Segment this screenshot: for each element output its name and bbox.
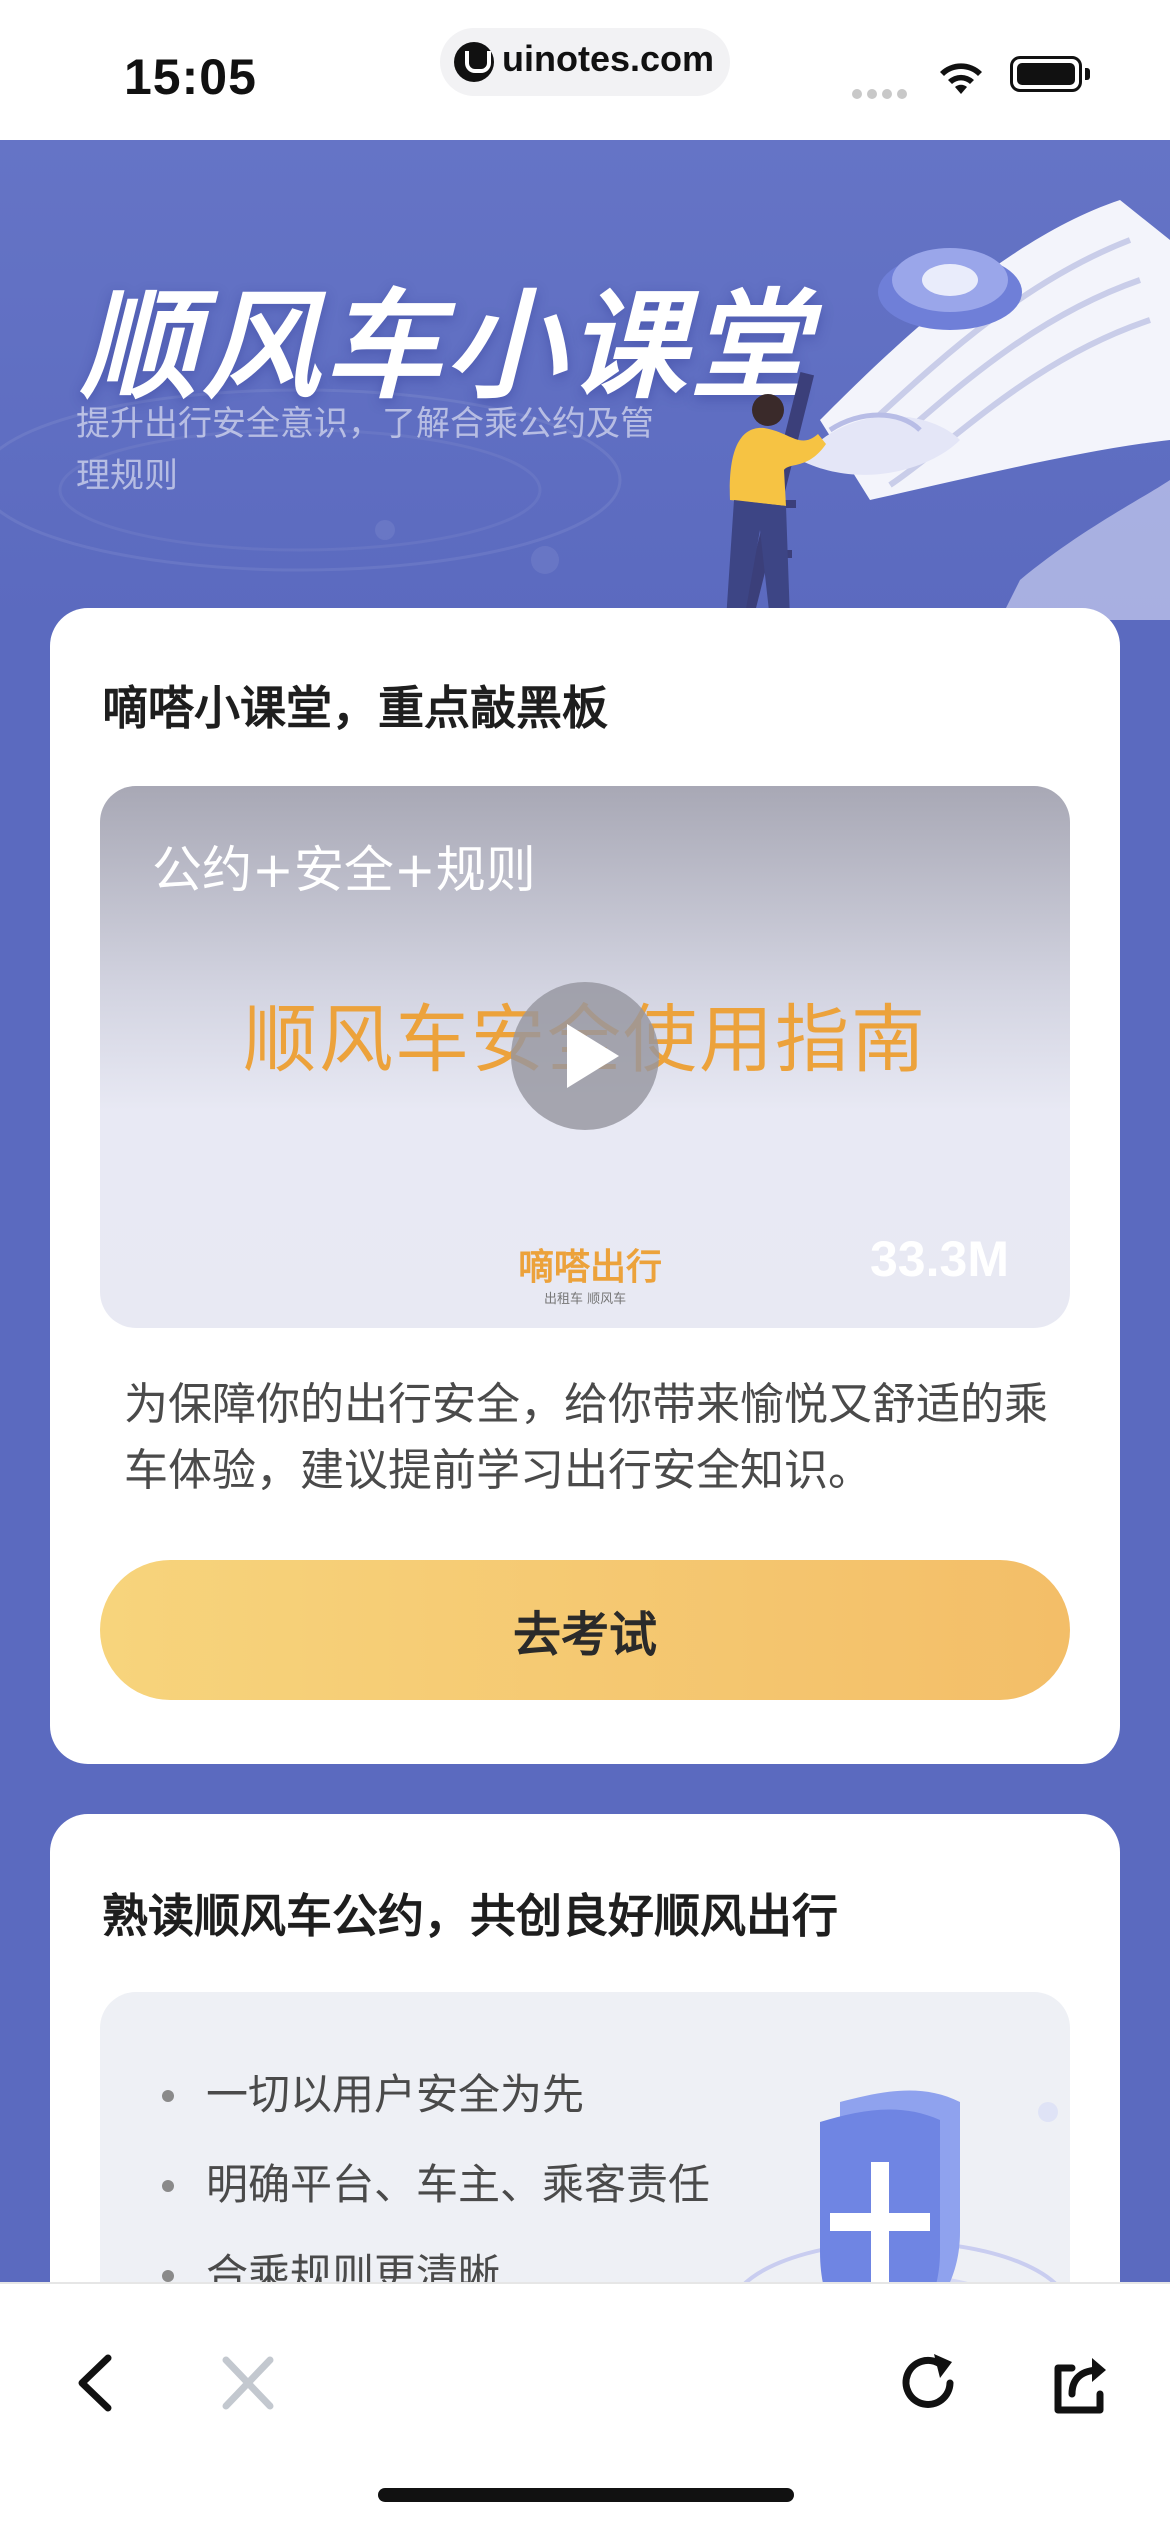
brand-logo: 嘀嗒出行 [518,1247,663,1288]
lesson-card-title: 嘀嗒小课堂，重点敲黑板 [102,681,608,735]
back-icon[interactable] [70,2350,120,2416]
reload-icon[interactable] [900,2350,960,2416]
url-text[interactable]: uinotes.com [502,38,714,80]
scroll-document-illustration [726,200,1170,620]
battery-icon [1010,56,1082,92]
wifi-icon [940,63,982,94]
share-icon[interactable] [1050,2350,1112,2416]
close-icon[interactable] [220,2350,276,2416]
video-player[interactable]: 公约+安全+规则 顺风车安全使用指南 嘀嗒出行 出租车 顺风车 33.3M [100,786,1070,1328]
hero-subtitle: 提升出行安全意识，了解合乘公约及管理规则 [76,404,654,496]
status-bar: 15:05 uinotes.com [0,0,1170,140]
status-time: 15:05 [124,49,257,105]
site-icon [454,42,494,82]
video-size: 33.3M [870,1231,1009,1287]
home-indicator [378,2488,794,2502]
battery-tip [1085,68,1090,80]
video-tag: 公约+安全+规则 [152,841,536,899]
take-exam-button[interactable]: 去考试 [100,1560,1070,1700]
lesson-card: 嘀嗒小课堂，重点敲黑板 公约+安全+规则 顺风车安全使用指南 嘀嗒出行 出租车 … [50,608,1120,1764]
cellular-signal-icon [852,84,912,103]
lesson-description: 为保障你的出行安全，给你带来愉悦又舒适的乘车体验，建议提前学习出行安全知识。 [124,1379,1048,1496]
list-item: 明确平台、车主、乘客责任 [152,2140,710,2230]
brand-subtitle: 出租车 顺风车 [544,1292,627,1307]
play-button[interactable] [511,982,659,1130]
list-item: 一切以用户安全为先 [152,2050,710,2140]
hero-banner: 顺风车小课堂 提升出行安全意识，了解合乘公约及管理规则 [0,140,1170,620]
rules-list: 一切以用户安全为先 明确平台、车主、乘客责任 合乘规则更清晰 [152,2050,710,2320]
convention-card-title: 熟读顺风车公约，共创良好顺风出行 [102,1889,838,1943]
